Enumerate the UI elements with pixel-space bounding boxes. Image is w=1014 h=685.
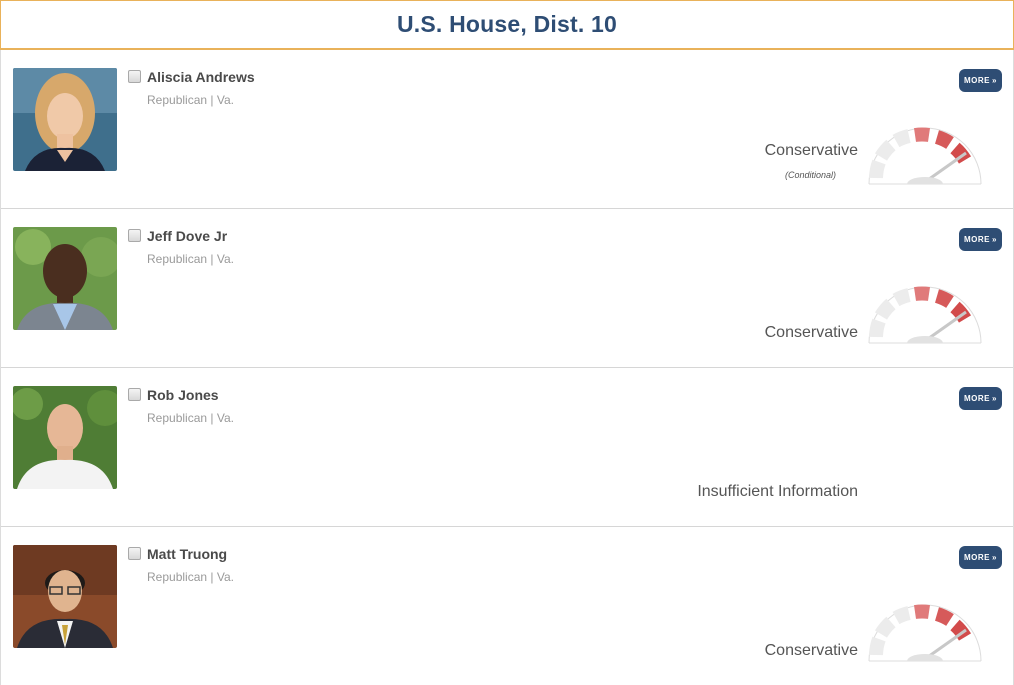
rating-label: Insufficient Information <box>697 483 858 500</box>
candidate-card: Matt Truong Republican | Va. MORE » Cons… <box>1 527 1013 685</box>
page-title: U.S. House, Dist. 10 <box>396 11 617 37</box>
more-button-label: MORE <box>964 235 991 244</box>
more-button[interactable]: MORE » <box>959 387 1002 410</box>
candidate-party: Republican | Va. <box>147 93 234 107</box>
page-header: U.S. House, Dist. 10 <box>0 0 1014 50</box>
conservative-gauge-icon <box>868 286 982 344</box>
candidate-photo <box>13 68 117 171</box>
candidate-list: Aliscia Andrews Republican | Va. MORE » … <box>0 50 1014 685</box>
conservative-gauge-icon <box>868 127 982 185</box>
rating-label: Conservative <box>764 142 858 159</box>
double-chevron-right-icon: » <box>992 553 997 562</box>
candidate-card: Aliscia Andrews Republican | Va. MORE » … <box>1 50 1013 209</box>
candidate-party: Republican | Va. <box>147 411 234 425</box>
candidate-name[interactable]: Jeff Dove Jr <box>147 228 227 244</box>
candidate-photo <box>13 545 117 648</box>
more-button[interactable]: MORE » <box>959 228 1002 251</box>
compare-checkbox[interactable] <box>128 70 141 83</box>
compare-checkbox[interactable] <box>128 388 141 401</box>
candidate-name[interactable]: Rob Jones <box>147 387 219 403</box>
more-button-label: MORE <box>964 553 991 562</box>
candidate-card: Rob Jones Republican | Va. MORE » Insuff… <box>1 368 1013 527</box>
double-chevron-right-icon: » <box>992 235 997 244</box>
double-chevron-right-icon: » <box>992 394 997 403</box>
more-button[interactable]: MORE » <box>959 546 1002 569</box>
candidate-name[interactable]: Matt Truong <box>147 546 227 562</box>
rating-label: Conservative <box>764 642 858 659</box>
candidate-photo <box>13 386 117 489</box>
more-button[interactable]: MORE » <box>959 69 1002 92</box>
conservative-gauge-icon <box>868 604 982 662</box>
more-button-label: MORE <box>964 394 991 403</box>
candidate-party: Republican | Va. <box>147 252 234 266</box>
compare-checkbox[interactable] <box>128 229 141 242</box>
more-button-label: MORE <box>964 76 991 85</box>
rating-note: (Conditional) <box>785 170 837 180</box>
candidate-card: Jeff Dove Jr Republican | Va. MORE » Con… <box>1 209 1013 368</box>
candidate-photo <box>13 227 117 330</box>
rating-label: Conservative <box>764 324 858 341</box>
double-chevron-right-icon: » <box>992 76 997 85</box>
candidate-name[interactable]: Aliscia Andrews <box>147 69 255 85</box>
compare-checkbox[interactable] <box>128 547 141 560</box>
candidate-party: Republican | Va. <box>147 570 234 584</box>
